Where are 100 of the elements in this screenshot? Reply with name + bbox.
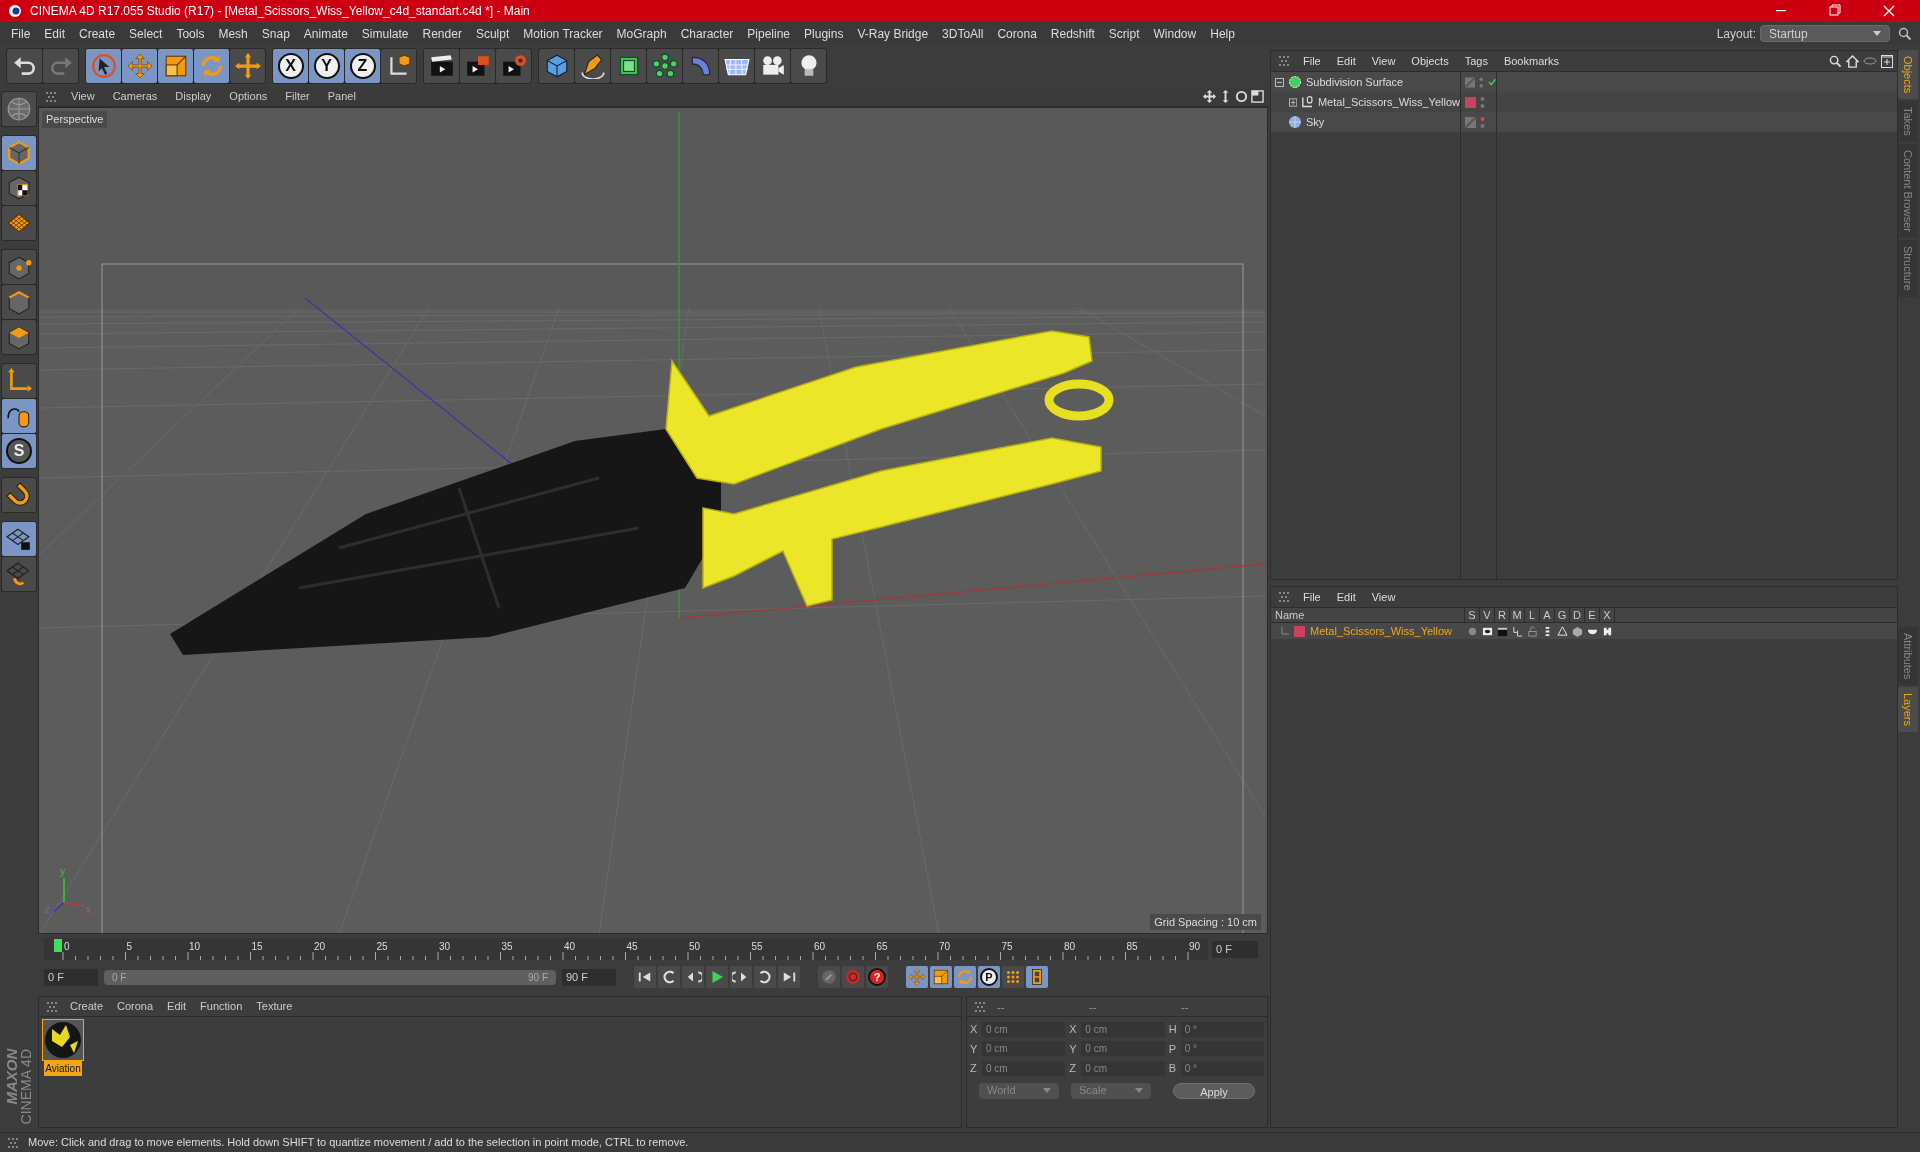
grip-icon[interactable]: [47, 1001, 59, 1012]
clapper-icon[interactable]: [1497, 625, 1508, 637]
visibility-dots-icon[interactable]: [1479, 75, 1484, 89]
eye-icon[interactable]: [1482, 625, 1493, 637]
column-header[interactable]: Name: [1275, 606, 1305, 624]
grip-icon[interactable]: [46, 91, 58, 102]
menu-item[interactable]: Create: [63, 998, 111, 1015]
start-frame-field[interactable]: 0 F: [44, 968, 98, 986]
menu-item[interactable]: Select: [122, 24, 170, 43]
menu-item[interactable]: File: [1295, 588, 1329, 606]
menu-item[interactable]: Render: [415, 24, 469, 43]
search-icon[interactable]: [1898, 26, 1912, 41]
menu-item[interactable]: Panel: [318, 88, 365, 105]
column-header[interactable]: R: [1498, 606, 1506, 624]
frame-field[interactable]: 0 F: [1212, 940, 1258, 958]
tool-button[interactable]: [424, 49, 459, 83]
menu-item[interactable]: Create: [72, 24, 123, 43]
menu-item[interactable]: File: [4, 24, 38, 43]
column-header[interactable]: E: [1588, 606, 1596, 624]
menu-item[interactable]: Objects: [1403, 52, 1457, 70]
tool-button[interactable]: [2, 171, 36, 205]
menu-item[interactable]: Simulate: [354, 24, 416, 43]
menu-item[interactable]: 3DToAll: [935, 24, 991, 43]
layout-dropdown[interactable]: Startup: [1760, 25, 1890, 42]
parameter-mode-button[interactable]: P: [980, 968, 998, 986]
value-field[interactable]: 0 cm: [1081, 1060, 1165, 1076]
column-header[interactable]: S: [1468, 606, 1476, 624]
grip-icon[interactable]: [8, 1137, 20, 1148]
visibility-dots-icon[interactable]: [1480, 115, 1485, 129]
dot-icon[interactable]: [1467, 625, 1478, 637]
cube-icon[interactable]: [1572, 625, 1583, 637]
tool-button[interactable]: [575, 49, 610, 83]
tool-button[interactable]: [7, 49, 42, 83]
material-swatch[interactable]: [42, 1019, 84, 1061]
menu-item[interactable]: Sculpt: [468, 24, 517, 43]
menu-item[interactable]: Script: [1101, 24, 1147, 43]
collapse-icon[interactable]: [1275, 77, 1284, 87]
menu-item[interactable]: V-Ray Bridge: [850, 24, 936, 43]
menu-item[interactable]: Tools: [169, 24, 212, 43]
menu-item[interactable]: Character: [673, 24, 741, 43]
tool-button[interactable]: [2, 522, 36, 556]
tool-button[interactable]: [755, 49, 790, 83]
menu-item[interactable]: Animate: [296, 24, 355, 43]
side-tab[interactable]: Layers: [1898, 687, 1918, 733]
side-tab[interactable]: Takes: [1898, 101, 1918, 143]
side-tab[interactable]: Objects: [1898, 50, 1918, 100]
menu-item[interactable]: Edit: [1328, 52, 1364, 70]
column-header[interactable]: M: [1512, 606, 1522, 624]
new-panel-icon[interactable]: [1881, 54, 1893, 68]
check-icon[interactable]: [1487, 78, 1496, 86]
menu-item[interactable]: Redshift: [1043, 24, 1102, 43]
pyramid-icon[interactable]: [1557, 625, 1568, 637]
value-field[interactable]: 0 cm: [982, 1060, 1066, 1076]
help-button[interactable]: ?: [868, 968, 886, 986]
column-header[interactable]: G: [1557, 606, 1567, 624]
hierarchy-icon[interactable]: [1512, 625, 1523, 637]
transport-button[interactable]: [634, 966, 656, 988]
side-tab[interactable]: Attributes: [1898, 626, 1918, 686]
maximize-view-icon[interactable]: [1251, 90, 1264, 103]
grip-icon[interactable]: [1279, 56, 1291, 66]
end-frame-field[interactable]: 90 F: [562, 968, 616, 986]
menu-item[interactable]: MoGraph: [609, 24, 674, 43]
value-field[interactable]: 0 °: [1180, 1041, 1264, 1057]
menu-item[interactable]: Texture: [249, 998, 300, 1015]
menu-item[interactable]: Corona: [110, 998, 161, 1015]
menu-item[interactable]: File: [1295, 52, 1329, 70]
side-tab[interactable]: Content Browser: [1898, 144, 1918, 238]
column-header[interactable]: X: [1603, 606, 1611, 624]
menu-item[interactable]: Edit: [160, 998, 194, 1015]
tool-button[interactable]: [719, 49, 754, 83]
menu-item[interactable]: Options: [220, 88, 277, 105]
value-field[interactable]: 0 °: [1180, 1060, 1264, 1076]
layer-color-swatch[interactable]: [1294, 625, 1305, 637]
timeline-ruler[interactable]: 0 5 10 15 20 25 30 35 40 45 50 55 60 65 70 75 80 85 90: [44, 938, 1208, 960]
tool-button[interactable]: [2, 557, 36, 591]
transport-button[interactable]: [682, 966, 704, 988]
tool-button[interactable]: [381, 49, 416, 83]
transport-button[interactable]: [730, 966, 752, 988]
move-view-icon[interactable]: [1203, 90, 1216, 103]
tool-button[interactable]: [2, 250, 36, 284]
menu-item[interactable]: Pipeline: [740, 24, 798, 43]
value-field[interactable]: 0 cm: [982, 1041, 1066, 1057]
visibility-dots-icon[interactable]: [1480, 95, 1485, 109]
tool-button[interactable]: [2, 478, 36, 512]
tool-button[interactable]: [611, 49, 646, 83]
side-tab[interactable]: Structure: [1898, 240, 1918, 297]
menu-item[interactable]: Help: [1203, 24, 1242, 43]
transport-button[interactable]: [778, 966, 800, 988]
tool-button[interactable]: [791, 49, 826, 83]
grip-icon[interactable]: [1279, 592, 1291, 602]
tool-button[interactable]: [2, 285, 36, 319]
viewport[interactable]: Perspective y z x Grid Spacing : 10 cm: [38, 107, 1268, 934]
home-icon[interactable]: [1846, 54, 1859, 68]
menu-item[interactable]: Snap: [254, 24, 297, 43]
value-field[interactable]: 0 cm: [1081, 1041, 1165, 1057]
grip-icon[interactable]: [975, 1001, 987, 1012]
menu-item[interactable]: Edit: [37, 24, 73, 43]
transport-button[interactable]: [658, 966, 680, 988]
menu-item[interactable]: Bookmarks: [1495, 52, 1567, 70]
menu-item[interactable]: Motion Tracker: [516, 24, 610, 43]
